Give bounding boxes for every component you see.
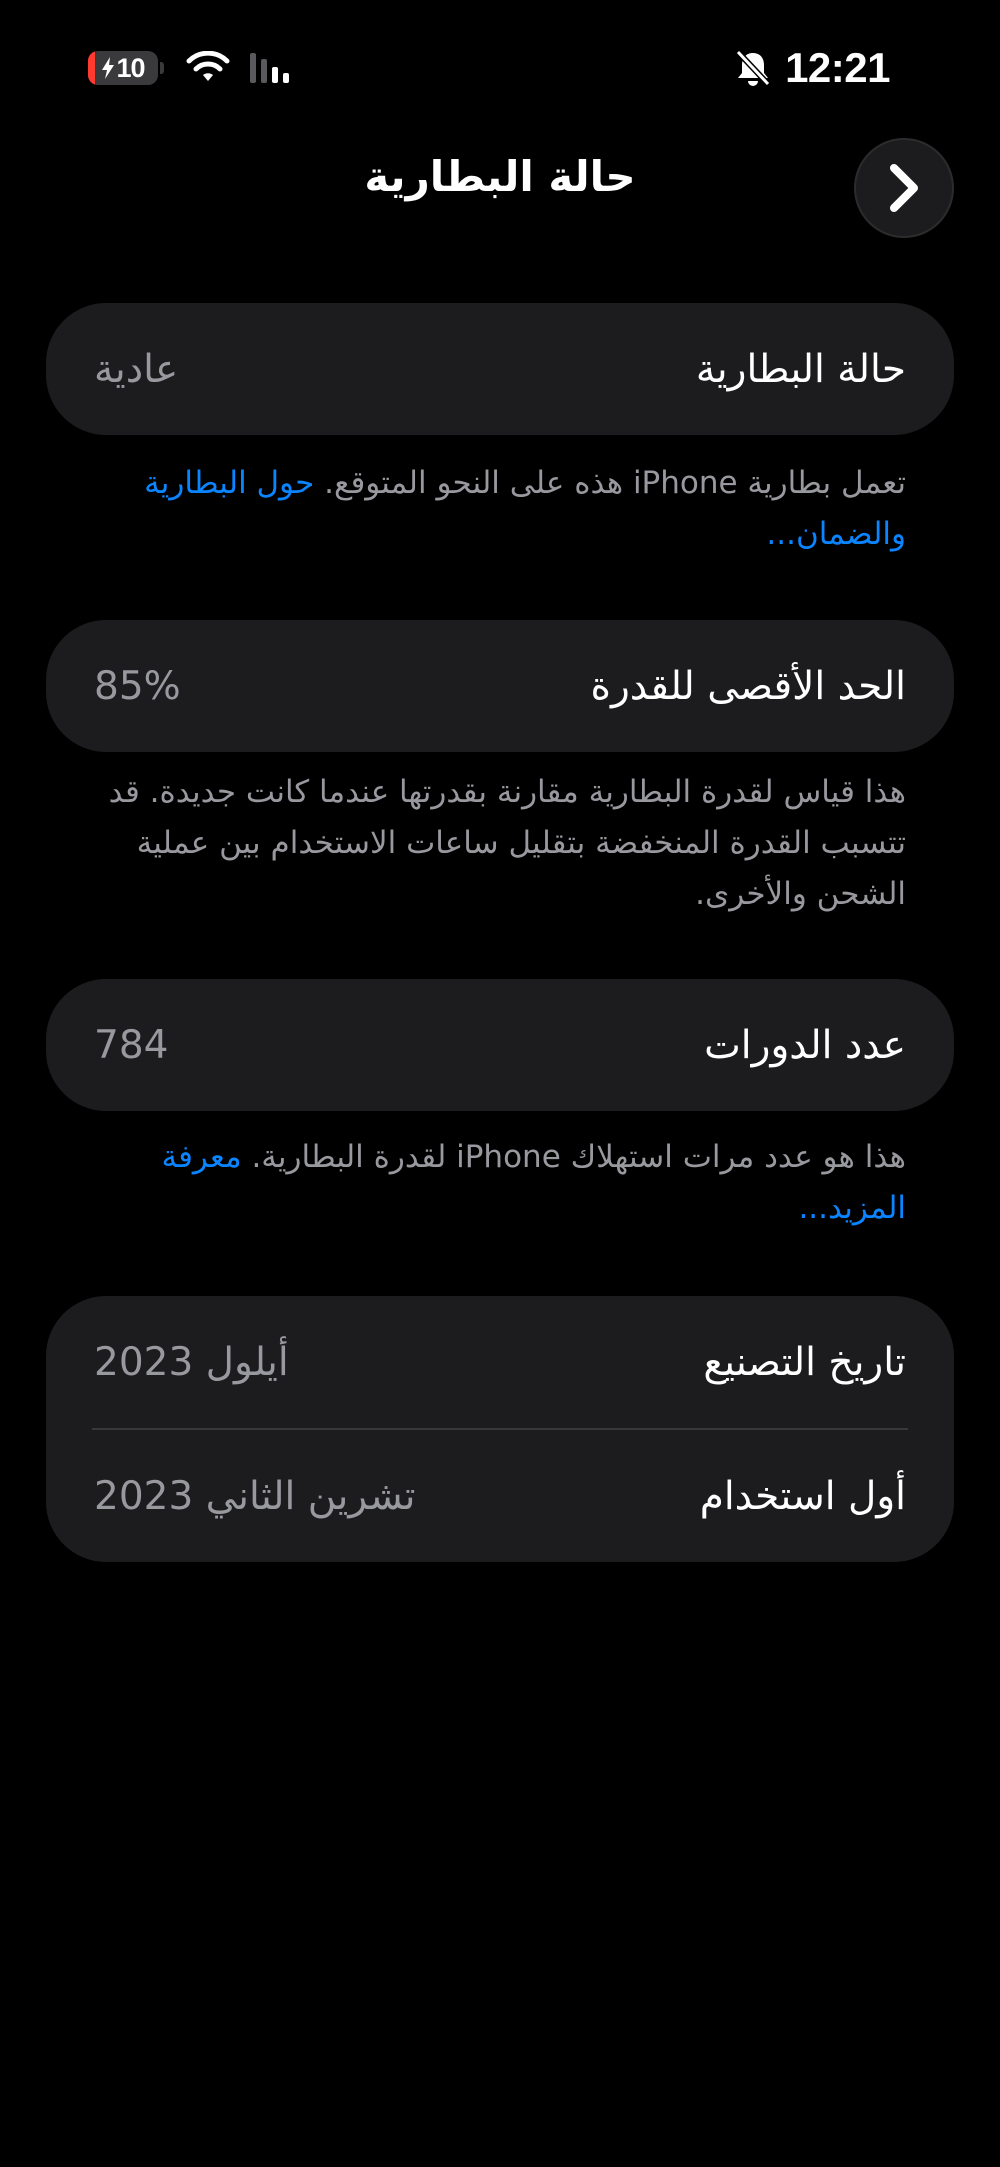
status-right-group: 12:21: [735, 44, 890, 92]
manufacture-date-row: تاريخ التصنيع أيلول 2023: [46, 1296, 954, 1428]
first-use-value: تشرين الثاني 2023: [94, 1473, 416, 1519]
battery-fill: [88, 51, 95, 85]
signal-bar: [283, 73, 289, 83]
cycle-count-value: 784: [94, 1022, 169, 1068]
cycle-count-row: عدد الدورات 784: [46, 979, 954, 1111]
battery-condition-value: عادية: [94, 346, 179, 392]
battery-condition-row: حالة البطارية عادية: [46, 303, 954, 435]
maximum-capacity-value: 85%: [94, 663, 181, 709]
cycle-count-note: هذا هو عدد مرات استهلاك iPhone لقدرة الب…: [90, 1132, 906, 1234]
cellular-signal-icon: [250, 53, 289, 83]
maximum-capacity-card: الحد الأقصى للقدرة 85%: [46, 620, 954, 752]
maximum-capacity-label: الحد الأقصى للقدرة: [590, 663, 906, 709]
first-use-label: أول استخدام: [699, 1473, 906, 1519]
battery-level: 10: [101, 52, 146, 84]
dates-card: تاريخ التصنيع أيلول 2023 أول استخدام تشر…: [46, 1296, 954, 1562]
battery-cap: [160, 62, 164, 74]
back-button[interactable]: [854, 138, 954, 238]
cycle-count-card: عدد الدورات 784: [46, 979, 954, 1111]
battery-condition-label: حالة البطارية: [695, 346, 906, 392]
battery-condition-card: حالة البطارية عادية: [46, 303, 954, 435]
signal-bar: [272, 67, 278, 83]
battery-level-text: 10: [116, 52, 145, 83]
battery-indicator: 10: [88, 51, 158, 85]
status-bar: 10 12:21: [88, 40, 890, 96]
status-left-group: 10: [88, 51, 289, 85]
cycle-count-label: عدد الدورات: [704, 1022, 906, 1068]
page-title: حالة البطارية: [364, 152, 636, 201]
status-time: 12:21: [785, 44, 890, 91]
signal-bar: [261, 59, 267, 83]
first-use-row: أول استخدام تشرين الثاني 2023: [46, 1430, 954, 1562]
bolt-icon: [102, 56, 115, 79]
maximum-capacity-row: الحد الأقصى للقدرة 85%: [46, 620, 954, 752]
charging-battery-icon: 10: [88, 51, 164, 85]
signal-bar: [250, 53, 256, 83]
maximum-capacity-note: هذا قياس لقدرة البطارية مقارنة بقدرتها ع…: [108, 774, 906, 912]
wifi-icon: [186, 51, 230, 81]
battery-condition-note-text: تعمل بطارية iPhone هذه على النحو المتوقع…: [324, 465, 906, 501]
silent-bell-icon: [735, 49, 771, 87]
chevron-right-icon: [890, 164, 918, 212]
manufacture-date-value: أيلول 2023: [94, 1339, 289, 1385]
manufacture-date-label: تاريخ التصنيع: [703, 1339, 906, 1385]
cycle-count-note-text: هذا هو عدد مرات استهلاك iPhone لقدرة الب…: [251, 1139, 906, 1175]
battery-condition-note: تعمل بطارية iPhone هذه على النحو المتوقع…: [90, 458, 906, 560]
